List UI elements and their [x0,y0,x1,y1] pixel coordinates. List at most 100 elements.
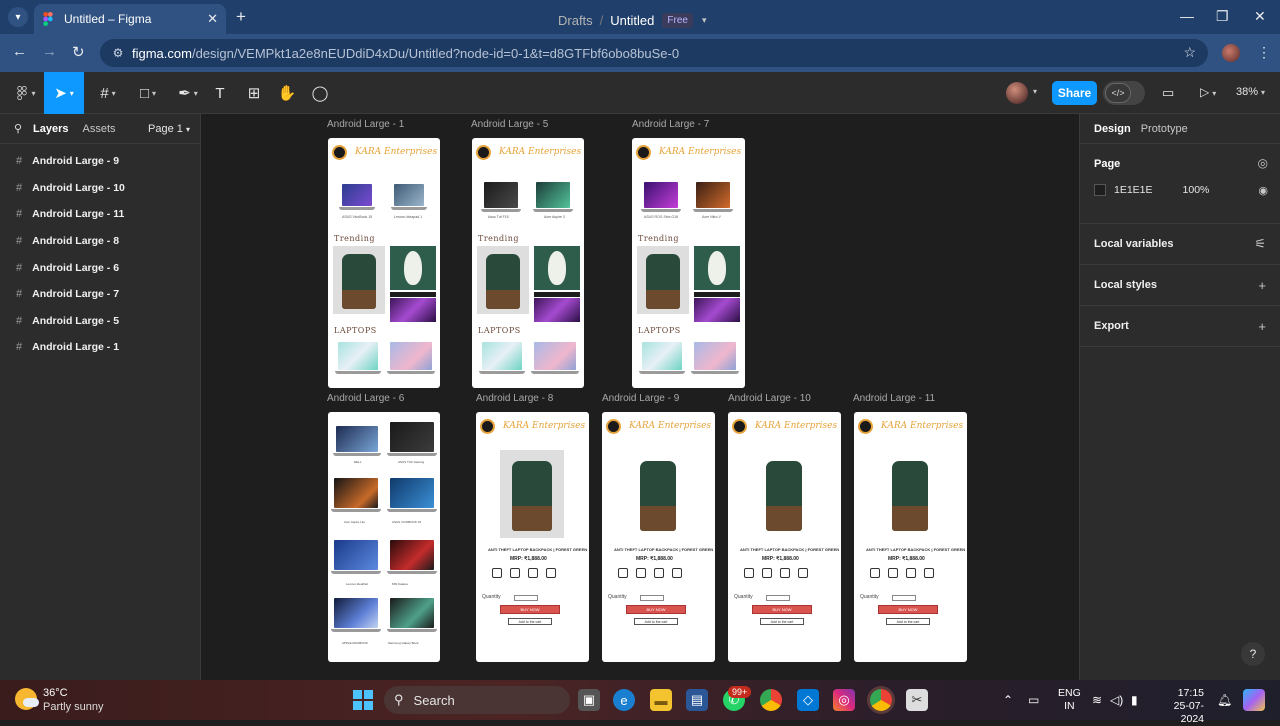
add-to-cart-button[interactable]: Add to the cart [634,618,678,625]
chrome-profile-avatar[interactable] [1222,44,1240,62]
library-book-icon[interactable]: ▭ [1162,85,1174,101]
new-tab-icon[interactable]: + [236,7,246,27]
frame-label[interactable]: Android Large - 7 [632,119,709,130]
taskbar-search[interactable]: ⚲ Search [384,686,570,714]
local-variables-row[interactable]: Local variables ⚟ [1080,224,1280,265]
help-button[interactable]: ? [1241,642,1265,666]
quantity-stepper[interactable] [514,595,538,601]
chrome-active-icon[interactable] [870,689,892,711]
eye-icon[interactable]: ◉ [1258,184,1268,197]
share-button[interactable]: Share [1052,81,1097,105]
search-icon[interactable]: ⚲ [14,122,28,135]
variables-settings-icon[interactable]: ⚟ [1254,236,1266,252]
site-info-icon[interactable]: ⚙ [104,46,132,60]
keyboard-layout-icon[interactable]: ▭ [1028,693,1039,707]
layer-row[interactable]: # Android Large - 7 [0,281,200,308]
frame-android-large-10[interactable]: KARA Enterprises ANTI THEFT LAPTOP BACKP… [728,412,841,662]
frame-label[interactable]: Android Large - 11 [853,393,935,404]
frame-label[interactable]: Android Large - 10 [728,393,811,404]
hand-tool-icon[interactable]: ✋ [275,72,299,114]
close-window-icon[interactable]: ✕ [1254,8,1266,25]
frame-android-large-6[interactable]: DELL ASUS TUF Gaming Acer Aspire Lite AS… [328,412,440,662]
frame-label[interactable]: Android Large - 6 [327,393,404,404]
back-icon[interactable]: ← [12,43,27,60]
layer-row[interactable]: # Android Large - 8 [0,228,200,255]
plan-badge[interactable]: Free [662,13,693,28]
add-to-cart-button[interactable]: Add to the cart [886,618,930,625]
frame-android-large-11[interactable]: KARA Enterprises ANTI THEFT LAPTOP BACKP… [854,412,967,662]
add-to-cart-button[interactable]: Add to the cart [508,618,552,625]
local-styles-row[interactable]: Local styles + [1080,265,1280,306]
move-tool-icon[interactable]: ➤ ▾ [44,72,84,114]
layer-row[interactable]: # Android Large - 10 [0,175,200,202]
page-color-value[interactable]: 1E1E1E [1114,184,1153,196]
frame-android-large-7[interactable]: KARA Enterprises ASUS ROG Strix G16 Acer… [632,138,745,388]
shape-tool-icon[interactable]: □ ▾ [130,72,166,114]
show-hidden-icons-icon[interactable]: ⌃ [1003,693,1013,707]
add-export-icon[interactable]: + [1258,319,1266,334]
layer-row[interactable]: # Android Large - 9 [0,148,200,175]
tab-assets[interactable]: Assets [82,123,115,135]
copilot-icon[interactable] [1243,689,1265,711]
main-menu-icon[interactable]: ▾ [8,72,44,114]
task-view-icon[interactable]: ▣ [578,689,600,711]
forward-icon[interactable]: → [42,43,57,60]
language-indicator[interactable]: ENG IN [1058,687,1081,713]
page-opacity-value[interactable]: 100% [1183,184,1210,196]
comment-tool-icon[interactable]: ◯ [308,72,332,114]
export-row[interactable]: Export + [1080,306,1280,347]
page-fill-row[interactable]: 1E1E1E 100% [1094,184,1209,196]
system-clock[interactable]: 17:15 25-07-2024 [1160,687,1204,726]
address-bar[interactable]: ⚙ figma.com/design/VEMPkt1a2e8nEUDdiD4xD… [100,39,1208,67]
layer-row[interactable]: # Android Large - 6 [0,254,200,281]
user-avatar[interactable] [1006,82,1028,104]
hide-show-all-icon[interactable]: ◎ [1258,156,1268,170]
zoom-level[interactable]: 38% ▾ [1236,86,1265,98]
minimize-window-icon[interactable]: — [1180,8,1194,24]
file-title[interactable]: Untitled [610,13,654,28]
wifi-icon[interactable]: ≋ [1092,693,1102,707]
windows-start-icon[interactable] [352,689,374,711]
vscode-icon[interactable]: ◇ [797,689,819,711]
breadcrumb-drafts[interactable]: Drafts [558,13,593,28]
volume-icon[interactable]: ◁) [1110,693,1123,707]
frame-tool-icon[interactable]: # ▾ [90,72,126,114]
edge-browser-icon[interactable]: e [613,689,635,711]
reload-icon[interactable]: ↻ [72,43,85,61]
color-swatch[interactable] [1094,184,1106,196]
bookmark-star-icon[interactable]: ☆ [1183,44,1196,61]
frame-android-large-1[interactable]: KARA Enterprises ASUS VivoBook 15 Lenovo… [328,138,440,388]
layer-row[interactable]: # Android Large - 1 [0,334,200,361]
frame-label[interactable]: Android Large - 1 [327,119,404,130]
frame-label[interactable]: Android Large - 9 [602,393,679,404]
tab-search-button[interactable]: ▾ [8,7,28,27]
text-tool-icon[interactable]: T [208,72,232,114]
weather-temperature[interactable]: 36°C [43,687,68,699]
notification-bell-icon[interactable]: 🔔︎ [1217,693,1232,707]
resources-tool-icon[interactable]: ⊞ [242,72,266,114]
partly-sunny-icon[interactable] [15,688,39,710]
dev-mode-toggle[interactable]: </> [1103,81,1145,105]
weather-description[interactable]: Partly sunny [43,701,104,713]
add-to-cart-button[interactable]: Add to the cart [760,618,804,625]
design-canvas[interactable]: Android Large - 1 KARA Enterprises ASUS … [201,114,1079,680]
avatar-chevron-icon[interactable]: ▾ [1033,87,1037,96]
browser-tab-figma[interactable]: Untitled – Figma ✕ [34,4,226,34]
quantity-stepper[interactable] [892,595,916,601]
layer-row[interactable]: # Android Large - 11 [0,201,200,228]
frame-label[interactable]: Android Large - 5 [471,119,548,130]
tab-layers[interactable]: Layers [33,123,68,135]
file-explorer-icon[interactable]: ▬ [650,689,672,711]
chrome-icon[interactable] [760,689,782,711]
instagram-icon[interactable]: ◎ [833,689,855,711]
microsoft-store-icon[interactable]: ▤ [686,689,708,711]
frame-label[interactable]: Android Large - 8 [476,393,553,404]
battery-icon[interactable]: ▮ [1131,693,1138,707]
tab-design[interactable]: Design [1094,123,1131,135]
buy-now-button[interactable]: BUY NOW [878,605,938,614]
frame-android-large-5[interactable]: KARA Enterprises Asus Tuf F15 Acer Aspir… [472,138,584,388]
buy-now-button[interactable]: BUY NOW [500,605,560,614]
layer-row[interactable]: # Android Large - 5 [0,308,200,335]
chevron-down-icon[interactable]: ▾ [702,15,707,26]
quantity-stepper[interactable] [766,595,790,601]
